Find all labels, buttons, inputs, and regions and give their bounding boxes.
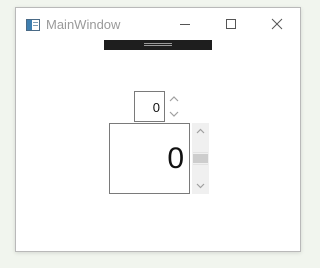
minimize-icon <box>180 24 190 25</box>
spinner-thumb[interactable] <box>193 154 208 163</box>
minimize-button[interactable] <box>162 8 208 39</box>
grip-line <box>144 43 172 44</box>
large-spinner <box>192 123 209 194</box>
close-button[interactable] <box>254 8 300 39</box>
chevron-down-icon <box>169 111 179 117</box>
window-title: MainWindow <box>46 17 121 32</box>
chevron-up-icon <box>196 128 205 134</box>
large-increment-button[interactable] <box>192 123 209 139</box>
chevron-up-icon <box>169 96 179 102</box>
drag-grip-bar[interactable] <box>104 40 212 50</box>
small-increment-button[interactable] <box>166 91 183 106</box>
title-bar[interactable]: MainWindow <box>16 8 300 39</box>
grip-line <box>144 45 172 46</box>
spinner-track-line <box>193 164 208 165</box>
maximize-icon <box>226 19 236 29</box>
main-window: MainWindow 0 0 <box>15 7 301 252</box>
small-number-value: 0 <box>152 100 160 115</box>
spinner-track-line <box>193 152 208 153</box>
large-decrement-button[interactable] <box>192 178 209 194</box>
app-window-icon <box>26 18 40 31</box>
maximize-button[interactable] <box>208 8 254 39</box>
chevron-down-icon <box>196 183 205 189</box>
large-number-value: 0 <box>167 142 184 175</box>
small-number-input[interactable]: 0 <box>134 91 165 122</box>
close-icon <box>271 18 283 30</box>
large-number-input[interactable]: 0 <box>109 123 190 194</box>
small-decrement-button[interactable] <box>166 107 183 122</box>
small-spinner <box>166 91 183 122</box>
